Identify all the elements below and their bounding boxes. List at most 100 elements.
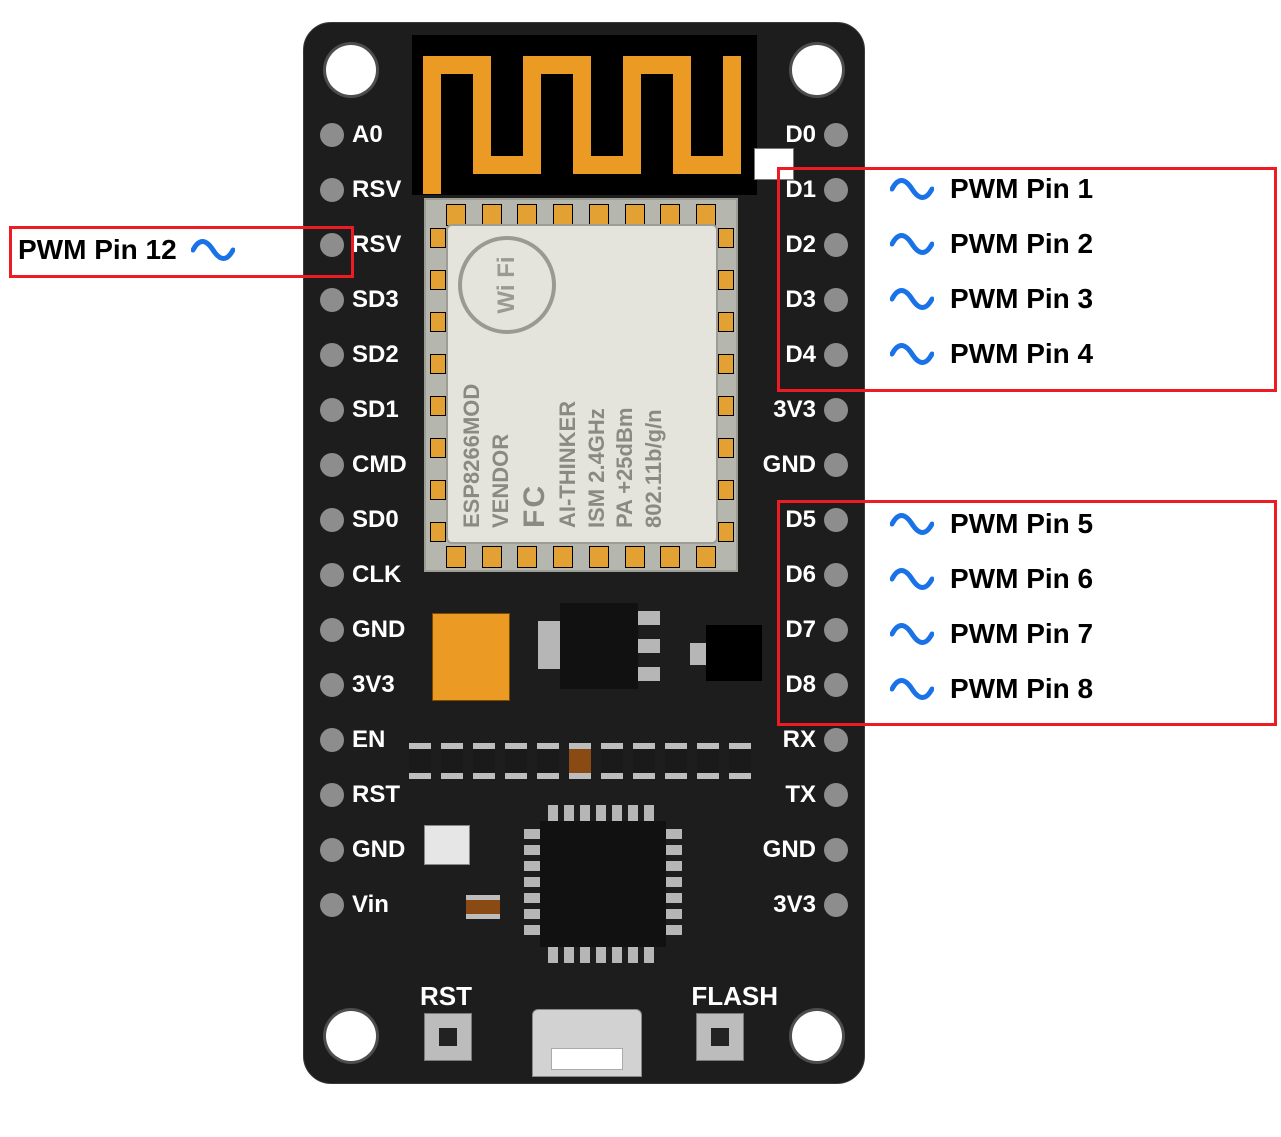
rst-button-label: RST [420, 981, 472, 1012]
wifi-icon: Wi Fi [458, 236, 556, 334]
pin-label: GND [352, 836, 405, 864]
chip-std-label: 802.11b/g/n [640, 240, 669, 528]
pin-sd3: SD3 [320, 288, 399, 312]
pin-pad [320, 453, 344, 477]
pin-pad [824, 838, 848, 862]
pin-label: GND [352, 616, 405, 644]
pin-label: GND [763, 836, 816, 864]
pin-pad [320, 288, 344, 312]
pin-label: SD1 [352, 396, 399, 424]
pin-pad [824, 783, 848, 807]
annotation-label: PWM Pin 5 [950, 508, 1093, 540]
chip-thinker-label: AI-THINKER [554, 240, 583, 528]
pin-pad [824, 893, 848, 917]
pin-rsv: RSV [320, 178, 401, 202]
pin-pad [824, 398, 848, 422]
chip-ism-label: ISM 2.4GHz [583, 240, 612, 528]
sine-wave-icon [890, 176, 934, 202]
pin-gnd: GND [320, 618, 405, 642]
annotation-label: PWM Pin 7 [950, 618, 1093, 650]
pin-clk: CLK [320, 563, 401, 587]
pin-pad [320, 563, 344, 587]
pin-pad [320, 673, 344, 697]
chip-pa-label: PA +25dBm [611, 240, 640, 528]
annotation-label: PWM Pin 1 [950, 173, 1093, 205]
mounting-hole [792, 1011, 842, 1061]
annotation-row: PWM Pin 3 [890, 285, 1093, 313]
flash-button-label: FLASH [691, 981, 778, 1012]
pin-3v3: 3V3 [320, 673, 395, 697]
mounting-hole [792, 45, 842, 95]
sine-wave-icon [890, 231, 934, 257]
pin-pad [320, 343, 344, 367]
pin-label: RSV [352, 176, 401, 204]
esp8266-module: Wi Fi ESP8266MOD VENDOR FC AI-THINKER IS… [424, 198, 738, 572]
pin-pad [320, 123, 344, 147]
pin-rx: RX [783, 728, 848, 752]
annotation-row: PWM Pin 8 [890, 675, 1093, 703]
annotation-row: PWM Pin 5 [890, 510, 1093, 538]
annotation-label: PWM Pin 3 [950, 283, 1093, 315]
mounting-hole [326, 1011, 376, 1061]
usb-chip [540, 821, 666, 947]
sine-wave-icon [890, 286, 934, 312]
pin-label: TX [785, 781, 816, 809]
annotation-column-bottom: PWM Pin 5 PWM Pin 6 PWM Pin 7 PWM Pin 8 [890, 510, 1093, 703]
chip-shield: Wi Fi ESP8266MOD VENDOR FC AI-THINKER IS… [446, 224, 718, 544]
wifi-label: Wi Fi [491, 256, 522, 313]
annotation-row: PWM Pin 7 [890, 620, 1093, 648]
chip-pads [718, 228, 732, 542]
chip-pads [446, 546, 716, 566]
voltage-regulator [560, 603, 638, 689]
pin-pad [320, 783, 344, 807]
pin-cmd: CMD [320, 453, 407, 477]
annotation-row: PWM Pin 4 [890, 340, 1093, 368]
flash-button[interactable] [696, 1013, 744, 1061]
pin-pad [320, 893, 344, 917]
sine-wave-icon [890, 676, 934, 702]
pin-label: GND [763, 451, 816, 479]
pin-pad [824, 123, 848, 147]
pin-label: CLK [352, 561, 401, 589]
pin-label: RST [352, 781, 400, 809]
annotation-pwm12: PWM Pin 12 [18, 234, 235, 266]
pin-tx: TX [785, 783, 848, 807]
smd-component [424, 825, 470, 865]
pin-gnd: GND [763, 838, 848, 862]
pinout-diagram: Wi Fi ESP8266MOD VENDOR FC AI-THINKER IS… [0, 0, 1281, 1137]
smd-component [466, 895, 500, 919]
pin-3v3: 3V3 [773, 893, 848, 917]
pin-vin: Vin [320, 893, 389, 917]
pin-pad [320, 838, 344, 862]
smd-row [409, 743, 751, 779]
sine-wave-icon [890, 341, 934, 367]
annotation-row: PWM Pin 6 [890, 565, 1093, 593]
pin-label: CMD [352, 451, 407, 479]
pin-label: 3V3 [773, 396, 816, 424]
pin-3v3: 3V3 [773, 398, 848, 422]
pin-a0: A0 [320, 123, 383, 147]
pin-label: SD2 [352, 341, 399, 369]
micro-usb-port [532, 1009, 642, 1077]
pin-d0: D0 [785, 123, 848, 147]
sine-wave-icon [191, 237, 235, 263]
pin-pad [824, 453, 848, 477]
pin-label: EN [352, 726, 385, 754]
annotation-label: PWM Pin 6 [950, 563, 1093, 595]
pin-pad [320, 398, 344, 422]
pin-label: A0 [352, 121, 383, 149]
annotation-label: PWM Pin 12 [18, 234, 177, 266]
rst-button[interactable] [424, 1013, 472, 1061]
pin-pad [320, 728, 344, 752]
pin-label: D0 [785, 121, 816, 149]
chip-pads [430, 228, 444, 542]
transistor [706, 625, 762, 681]
pin-label: 3V3 [352, 671, 395, 699]
wifi-antenna [412, 35, 757, 195]
pin-gnd: GND [763, 453, 848, 477]
sine-wave-icon [890, 566, 934, 592]
pin-sd2: SD2 [320, 343, 399, 367]
pin-en: EN [320, 728, 385, 752]
pin-rst: RST [320, 783, 400, 807]
pin-label: RX [783, 726, 816, 754]
